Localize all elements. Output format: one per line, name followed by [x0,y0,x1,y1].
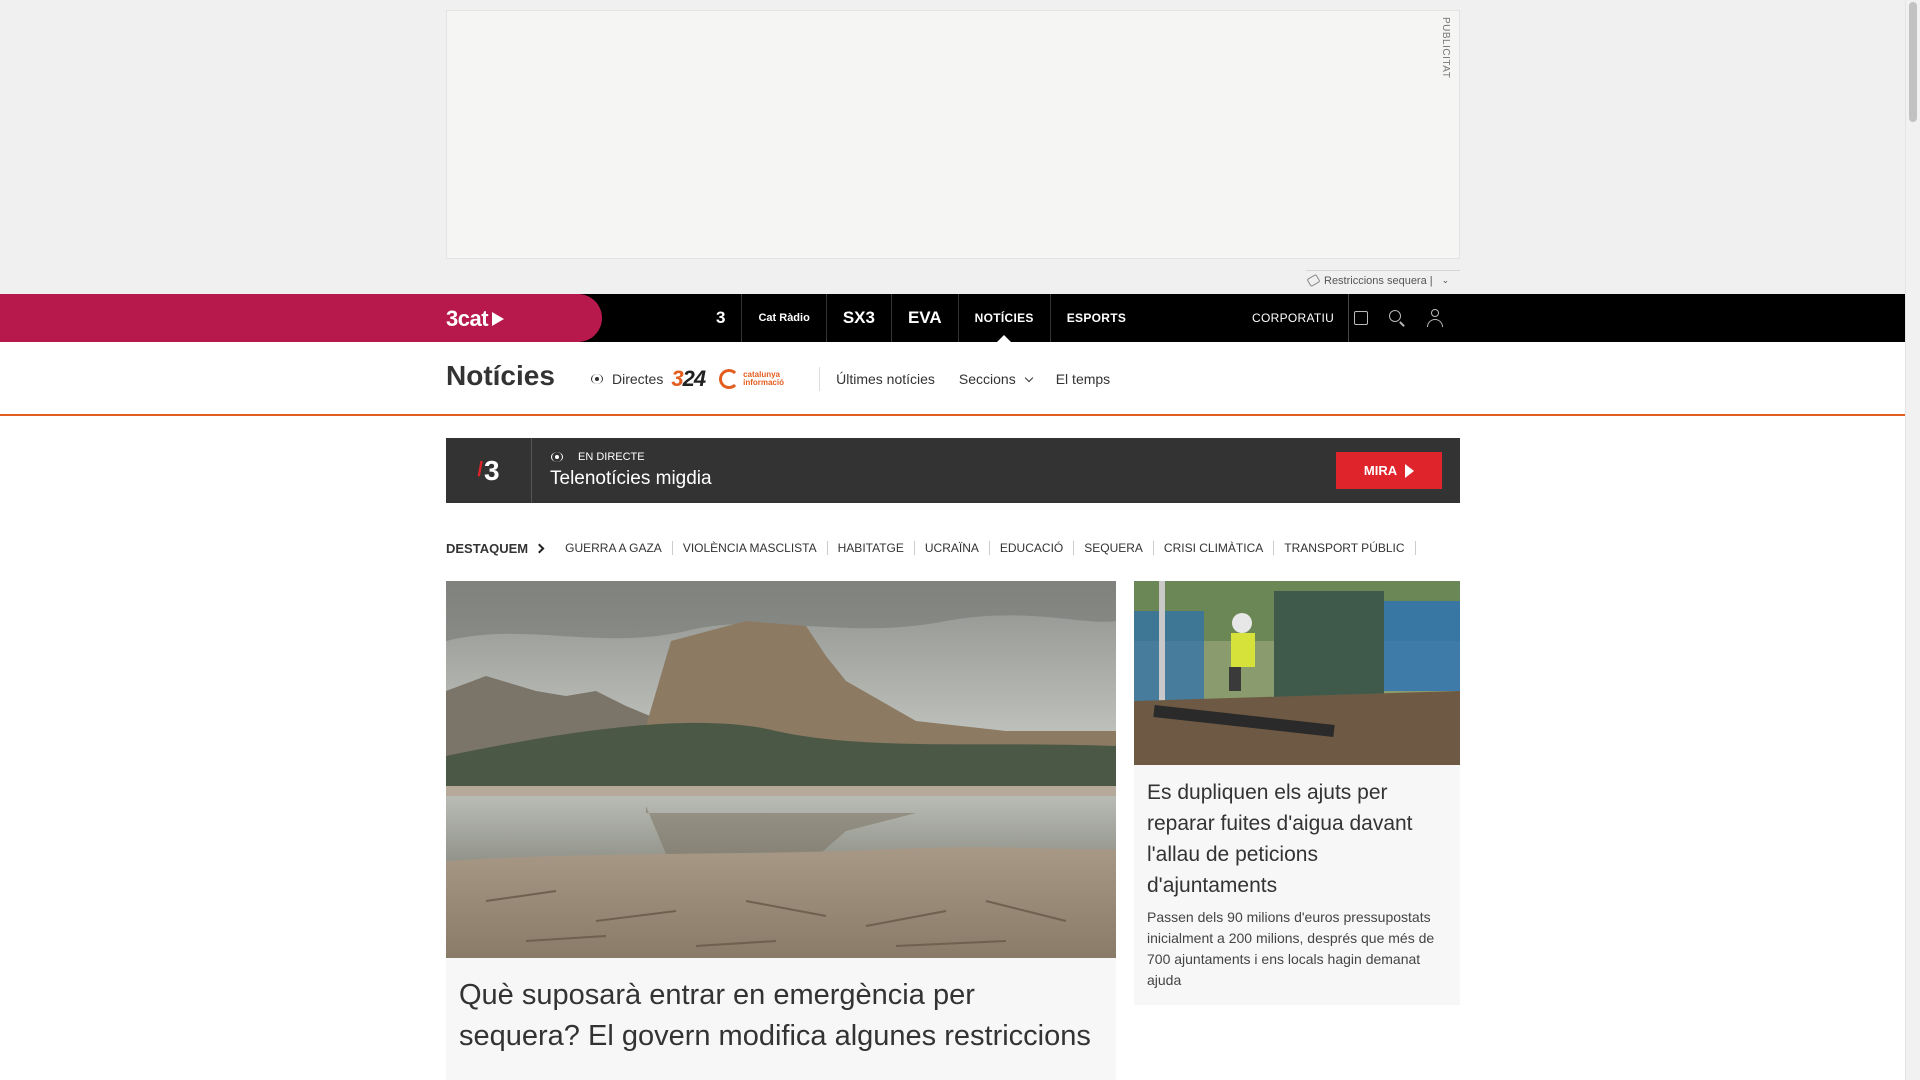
nav-esports[interactable]: ESPORTS [1051,294,1142,342]
topic-crisi-climatica[interactable]: CRISI CLIMÀTICA [1154,541,1275,555]
main-article-title[interactable]: Què suposarà entrar en emergència per se… [459,975,1099,1057]
live-banner[interactable]: /3 EN DIRECTE Telenotícies migdia MIRA [446,438,1460,503]
page-title[interactable]: Notícies [446,360,555,392]
channel-3-logo: /3 [446,438,532,503]
logo-ci-label: catalunya informació [743,370,784,387]
chevron-down-icon: ⌄ [1441,275,1450,285]
nav-noticies[interactable]: NOTÍCIES [959,294,1051,342]
topic-sequera[interactable]: SEQUERA [1074,541,1154,555]
brand-arrow-icon [492,312,505,326]
mira-button[interactable]: MIRA [1336,452,1442,489]
logo-catalunya-informacio[interactable]: catalunya informació [719,369,803,389]
brand-logo[interactable]: 3cat [446,306,505,332]
side-article-title[interactable]: Es dupliquen els ajuts per reparar fuite… [1147,777,1447,901]
topics-bar: DESTAQUEM GUERRA A GAZA VIOLÈNCIA MASCLI… [446,538,1416,558]
seccions-label: Seccions [958,371,1016,387]
el-temps-link[interactable]: El temps [1056,371,1110,387]
restrictions-label: Restriccions sequera | [1324,274,1433,287]
channel-list: 3 Cat Ràdio SX3 EVA NOTÍCIES ESPORTS [700,294,1142,342]
top-navigation-bar: 3cat 3 Cat Ràdio SX3 EVA NOTÍCIES ESPORT… [0,294,1905,342]
advertisement-banner[interactable]: PUBLICITAT [446,10,1460,259]
ultimes-noticies-link[interactable]: Últimes notícies [836,371,935,387]
tag-icon [1306,273,1321,288]
nav-esports-label: ESPORTS [1066,311,1127,325]
channel-catradio-link[interactable]: Cat Ràdio [742,294,827,342]
channel-eva-label: EVA [907,308,942,327]
live-title[interactable]: Telenotícies migdia [550,468,712,490]
restrictions-dropdown[interactable]: Restriccions sequera | ⌄ [1306,270,1460,290]
chevron-right-icon [534,543,545,553]
channel-3-link[interactable]: 3 [700,294,743,342]
channel-catradio-label: Cat Ràdio [758,311,810,324]
live-icon [590,374,604,384]
ad-label: PUBLICITAT [1440,17,1451,79]
topic-violencia-masclista[interactable]: VIOLÈNCIA MASCLISTA [673,541,828,555]
live-channel-label: 3 [483,454,500,486]
main-article-image[interactable] [446,581,1116,958]
top-icons [1354,294,1444,342]
play-icon [1405,463,1415,478]
user-icon[interactable] [1426,309,1444,327]
chevron-down-icon [1024,373,1033,383]
topic-transport-public[interactable]: TRANSPORT PÚBLIC [1274,541,1416,555]
live-kicker-label: EN DIRECTE [578,451,645,463]
topic-habitatge[interactable]: HABITATGE [828,541,915,555]
corporate-link[interactable]: CORPORATIU [1252,294,1350,342]
nav-noticies-label: NOTÍCIES [974,311,1034,325]
ad-zone: PUBLICITAT Restriccions sequera | ⌄ [0,0,1905,294]
seccions-dropdown[interactable]: Seccions [958,371,1033,387]
directes-link[interactable]: Directes [612,371,663,387]
search-icon[interactable] [1388,309,1406,327]
logo-324-part-b: 24 [682,366,707,391]
brand-band [0,294,602,342]
channel-3-label: 3 [716,308,726,327]
logo-324[interactable]: 324 [671,366,707,392]
channel-sx3-label: SX3 [842,308,875,327]
shopping-bag-icon[interactable] [1354,311,1368,325]
vertical-scrollbar[interactable] [1905,0,1920,1080]
topic-guerra-gaza[interactable]: GUERRA A GAZA [555,541,673,555]
destaquem-link[interactable]: DESTAQUEM [446,540,545,556]
topic-educacio[interactable]: EDUCACIÓ [990,541,1075,555]
side-article-card[interactable]: Es dupliquen els ajuts per reparar fuite… [1134,581,1460,1005]
side-article-summary: Passen dels 90 milions d'euros pressupos… [1147,909,1435,988]
side-article-image[interactable] [1134,581,1460,765]
divider [819,367,821,391]
channel-sx3-link[interactable]: SX3 [827,294,892,342]
main-article-card[interactable]: Què suposarà entrar en emergència per se… [446,581,1116,1080]
mira-label: MIRA [1363,463,1398,478]
section-header: Notícies Directes 324 catalunya informac… [0,342,1905,416]
scrollbar-thumb[interactable] [1909,2,1917,122]
channel-eva-link[interactable]: EVA [892,294,959,342]
ci-circle-icon [719,369,740,389]
live-icon [550,452,564,462]
brand-name: 3cat [446,306,489,331]
topic-ucraina[interactable]: UCRAÏNA [915,541,990,555]
corporate-label: CORPORATIU [1252,311,1335,325]
live-kicker: EN DIRECTE [550,451,645,463]
logo-324-part-a: 3 [671,366,683,391]
section-nav: Directes 324 catalunya informació Últime… [590,342,1134,416]
destaquem-label: DESTAQUEM [446,540,529,556]
